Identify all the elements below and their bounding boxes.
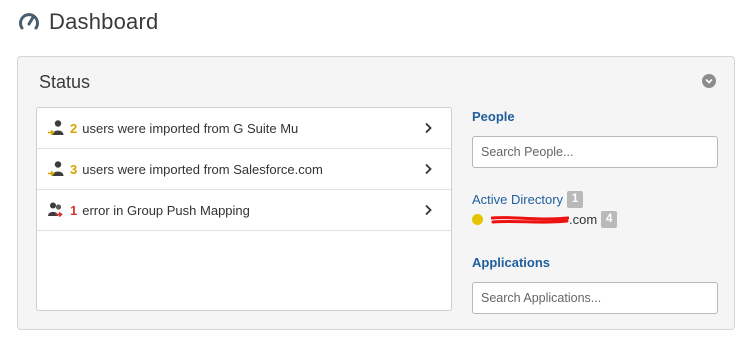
user-import-icon [47, 118, 67, 138]
status-panel: Status 2 users were imported from G Suit… [17, 56, 735, 330]
group-push-error-icon [47, 200, 67, 220]
directory-domain-line: .com 4 [472, 211, 718, 228]
user-import-icon [47, 159, 67, 179]
search-applications-input[interactable] [472, 282, 718, 314]
side-column: People Active Directory 1 .com 4 Applica… [472, 107, 718, 314]
page-title: Dashboard [49, 9, 159, 34]
page-header: Dashboard [18, 8, 158, 36]
domain-suffix: .com [569, 212, 598, 227]
active-directory-link[interactable]: Active Directory [472, 192, 563, 207]
status-item-salesforce-import[interactable]: 3 users were imported from Salesforce.co… [37, 149, 451, 190]
people-heading: People [472, 109, 515, 124]
import-count: 3 [70, 161, 78, 177]
status-list: 2 users were imported from G Suite Mu 3 … [36, 107, 452, 311]
redaction-mark [491, 216, 569, 224]
applications-heading: Applications [472, 255, 551, 270]
status-dot [472, 214, 483, 225]
import-count: 2 [70, 120, 78, 136]
active-directory-line: Active Directory 1 [472, 191, 718, 208]
status-item-text: error in Group Push Mapping [82, 202, 250, 218]
error-count: 1 [70, 202, 78, 218]
chevron-right-icon [425, 163, 432, 175]
domain-count-badge: 4 [601, 211, 618, 228]
chevron-right-icon [425, 204, 432, 216]
status-item-gsuite-import[interactable]: 2 users were imported from G Suite Mu [37, 108, 451, 149]
chevron-down-circle-icon[interactable] [702, 74, 716, 88]
search-people-input[interactable] [472, 136, 718, 168]
chevron-right-icon [425, 122, 432, 134]
status-item-text: users were imported from G Suite Mu [82, 120, 299, 136]
gauge-icon [19, 13, 39, 30]
status-item-text: users were imported from Salesforce.com [82, 161, 323, 177]
directory-count-badge: 1 [567, 191, 584, 208]
status-item-group-push-error[interactable]: 1 error in Group Push Mapping [37, 190, 451, 231]
panel-title: Status [39, 72, 91, 92]
directory-domain[interactable]: .com [491, 212, 597, 227]
